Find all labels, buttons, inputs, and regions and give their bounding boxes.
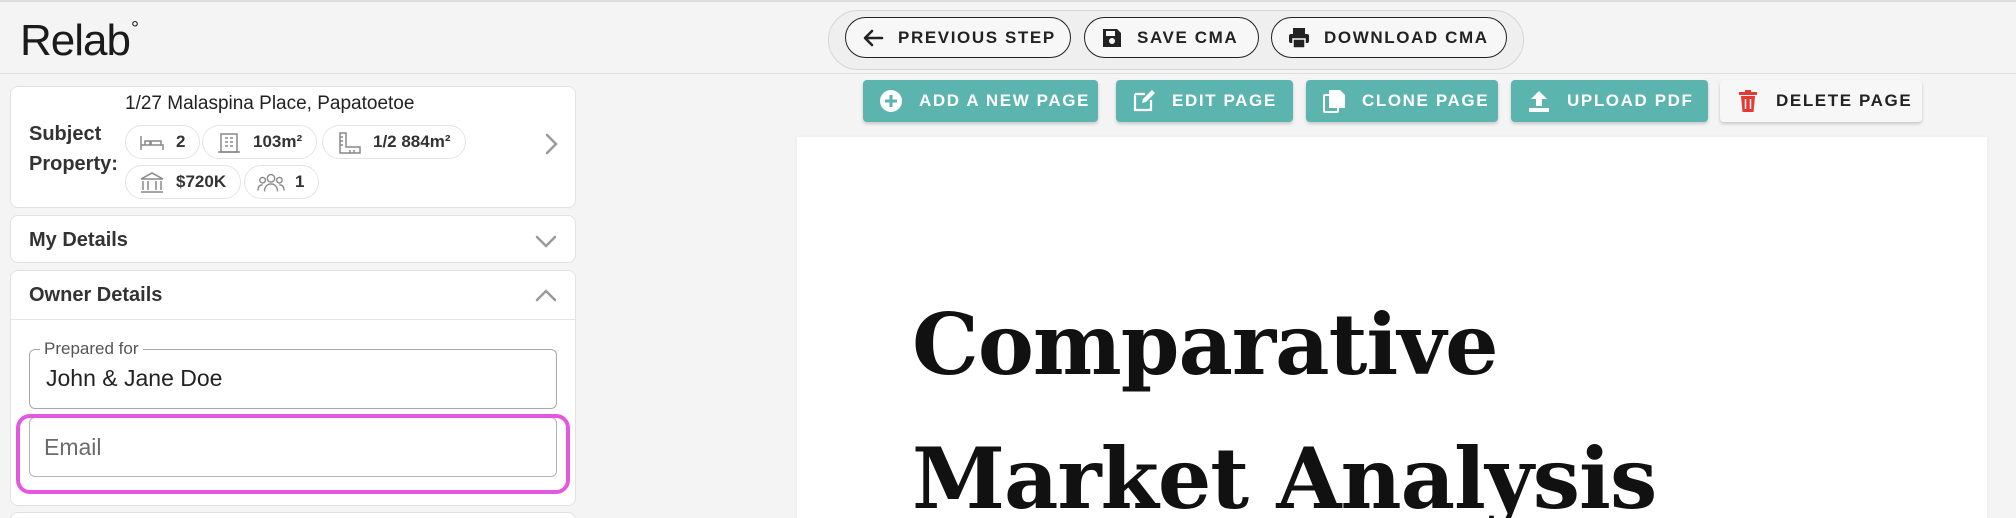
bedrooms-chip: 2 — [125, 125, 201, 159]
subject-address: 1/27 Malaspina Place, Papatoetoe — [125, 93, 415, 114]
delete-page-label: DELETE PAGE — [1776, 91, 1913, 110]
plus-circle-icon — [879, 89, 903, 113]
clone-page-button[interactable]: CLONE PAGE — [1306, 80, 1498, 122]
floor-area-value: 103m² — [253, 132, 303, 151]
document-title-line2: Market Analysis — [912, 429, 1657, 518]
previous-step-label: PREVIOUS STEP — [898, 27, 1056, 47]
subject-property-label: Subject Property: — [29, 123, 118, 175]
value-amount: $720K — [176, 172, 227, 191]
bedrooms-value: 2 — [176, 132, 186, 151]
next-section-card — [10, 512, 576, 518]
prepared-for-value: John & Jane Doe — [46, 365, 223, 391]
copy-icon — [1322, 89, 1346, 113]
clone-page-label: CLONE PAGE — [1362, 91, 1490, 110]
add-new-page-label: ADD A NEW PAGE — [919, 91, 1090, 110]
owner-details-divider — [11, 319, 575, 320]
floppy-disk-icon — [1101, 27, 1123, 49]
edit-icon — [1132, 89, 1156, 113]
upload-icon — [1527, 89, 1551, 113]
save-cma-label: SAVE CMA — [1137, 27, 1239, 47]
subject-property-card[interactable]: Subject Property: 1/27 Malaspina Place, … — [10, 86, 576, 208]
land-area-value: 1/2 884m² — [373, 132, 451, 151]
edit-page-button[interactable]: EDIT PAGE — [1116, 80, 1293, 122]
logo-text: Relab — [20, 16, 131, 65]
printer-icon — [1288, 27, 1310, 49]
document-page[interactable]: Comparative Market Analysis — [797, 137, 1987, 518]
save-cma-button[interactable]: SAVE CMA — [1084, 17, 1259, 58]
previous-step-button[interactable]: PREVIOUS STEP — [845, 17, 1071, 58]
owners-value: 1 — [295, 172, 305, 191]
document-title-line1: Comparative — [912, 295, 1499, 394]
email-focus-highlight — [16, 414, 570, 494]
value-chip: $720K — [125, 165, 242, 199]
logo-mark: ° — [130, 18, 139, 41]
chevron-down-icon[interactable] — [533, 230, 559, 252]
ruler-icon — [335, 131, 363, 155]
upload-pdf-label: UPLOAD PDF — [1567, 91, 1694, 110]
chevron-up-icon[interactable] — [533, 285, 559, 307]
download-cma-button[interactable]: DOWNLOAD CMA — [1271, 17, 1507, 58]
people-icon — [257, 171, 285, 195]
land-area-chip: 1/2 884m² — [322, 125, 466, 159]
upload-pdf-button[interactable]: UPLOAD PDF — [1511, 80, 1708, 122]
my-details-section[interactable]: My Details — [10, 215, 576, 263]
add-new-page-button[interactable]: ADD A NEW PAGE — [863, 80, 1098, 122]
bed-icon — [138, 131, 166, 155]
owner-details-title[interactable]: Owner Details — [29, 284, 162, 307]
chevron-right-icon[interactable] — [539, 129, 563, 159]
my-details-title: My Details — [29, 229, 128, 251]
prepared-for-label: Prepared for — [40, 339, 143, 359]
download-cma-label: DOWNLOAD CMA — [1324, 27, 1489, 47]
bank-icon — [138, 171, 166, 195]
delete-page-button[interactable]: DELETE PAGE — [1720, 80, 1922, 122]
floor-area-chip: 103m² — [202, 125, 318, 159]
logo[interactable]: Relab° — [20, 16, 139, 66]
arrow-left-icon — [862, 27, 884, 49]
edit-page-label: EDIT PAGE — [1172, 91, 1277, 110]
prepared-for-field[interactable]: Prepared for John & Jane Doe — [29, 339, 557, 409]
owners-chip: 1 — [244, 165, 320, 199]
building-icon — [215, 131, 243, 155]
trash-icon — [1736, 89, 1760, 113]
